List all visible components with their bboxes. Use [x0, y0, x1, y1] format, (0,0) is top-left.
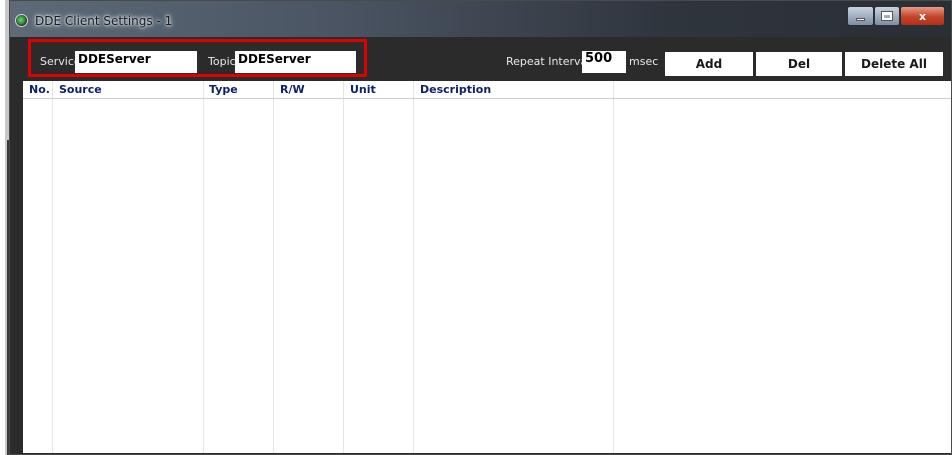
column-header-unit[interactable]: Unit: [350, 83, 376, 96]
repeat-interval-input[interactable]: 500: [582, 51, 626, 73]
dde-client-settings-window: DDE Client Settings - 1 x Service DDESer…: [9, 0, 952, 455]
column-divider: [613, 81, 614, 453]
maximize-button[interactable]: [874, 6, 900, 26]
table-header: No. Source Type R/W Unit Description: [23, 81, 951, 99]
column-divider: [343, 81, 344, 453]
close-icon: x: [918, 9, 927, 23]
settings-toolbar: Service DDEServer Topic DDEServer Repeat…: [10, 37, 951, 79]
title-bar[interactable]: DDE Client Settings - 1 x: [10, 1, 951, 37]
column-divider: [52, 81, 53, 453]
column-header-source[interactable]: Source: [59, 83, 102, 96]
del-button[interactable]: Del: [756, 52, 842, 76]
column-divider: [203, 81, 204, 453]
column-divider: [413, 81, 414, 453]
delete-all-button[interactable]: Delete All: [845, 52, 943, 76]
minimize-icon: [856, 18, 865, 21]
minimize-button[interactable]: [847, 6, 874, 26]
app-icon[interactable]: [15, 14, 28, 27]
column-divider: [273, 81, 274, 453]
topic-input[interactable]: DDEServer: [235, 51, 356, 73]
maximize-icon: [881, 11, 893, 21]
background-window-edge: [0, 0, 9, 455]
column-header-type[interactable]: Type: [209, 83, 238, 96]
topic-label: Topic: [208, 55, 236, 68]
service-input[interactable]: DDEServer: [75, 51, 197, 73]
repeat-interval-label: Repeat Interval: [506, 55, 591, 68]
repeat-interval-unit: msec: [629, 55, 659, 68]
window-title: DDE Client Settings - 1: [35, 14, 173, 28]
column-header-description[interactable]: Description: [420, 83, 491, 96]
add-button[interactable]: Add: [665, 52, 753, 76]
close-button[interactable]: x: [900, 6, 945, 26]
column-header-no[interactable]: No.: [29, 83, 50, 96]
dde-items-table[interactable]: No. Source Type R/W Unit Description: [23, 81, 951, 453]
column-header-rw[interactable]: R/W: [280, 83, 305, 96]
